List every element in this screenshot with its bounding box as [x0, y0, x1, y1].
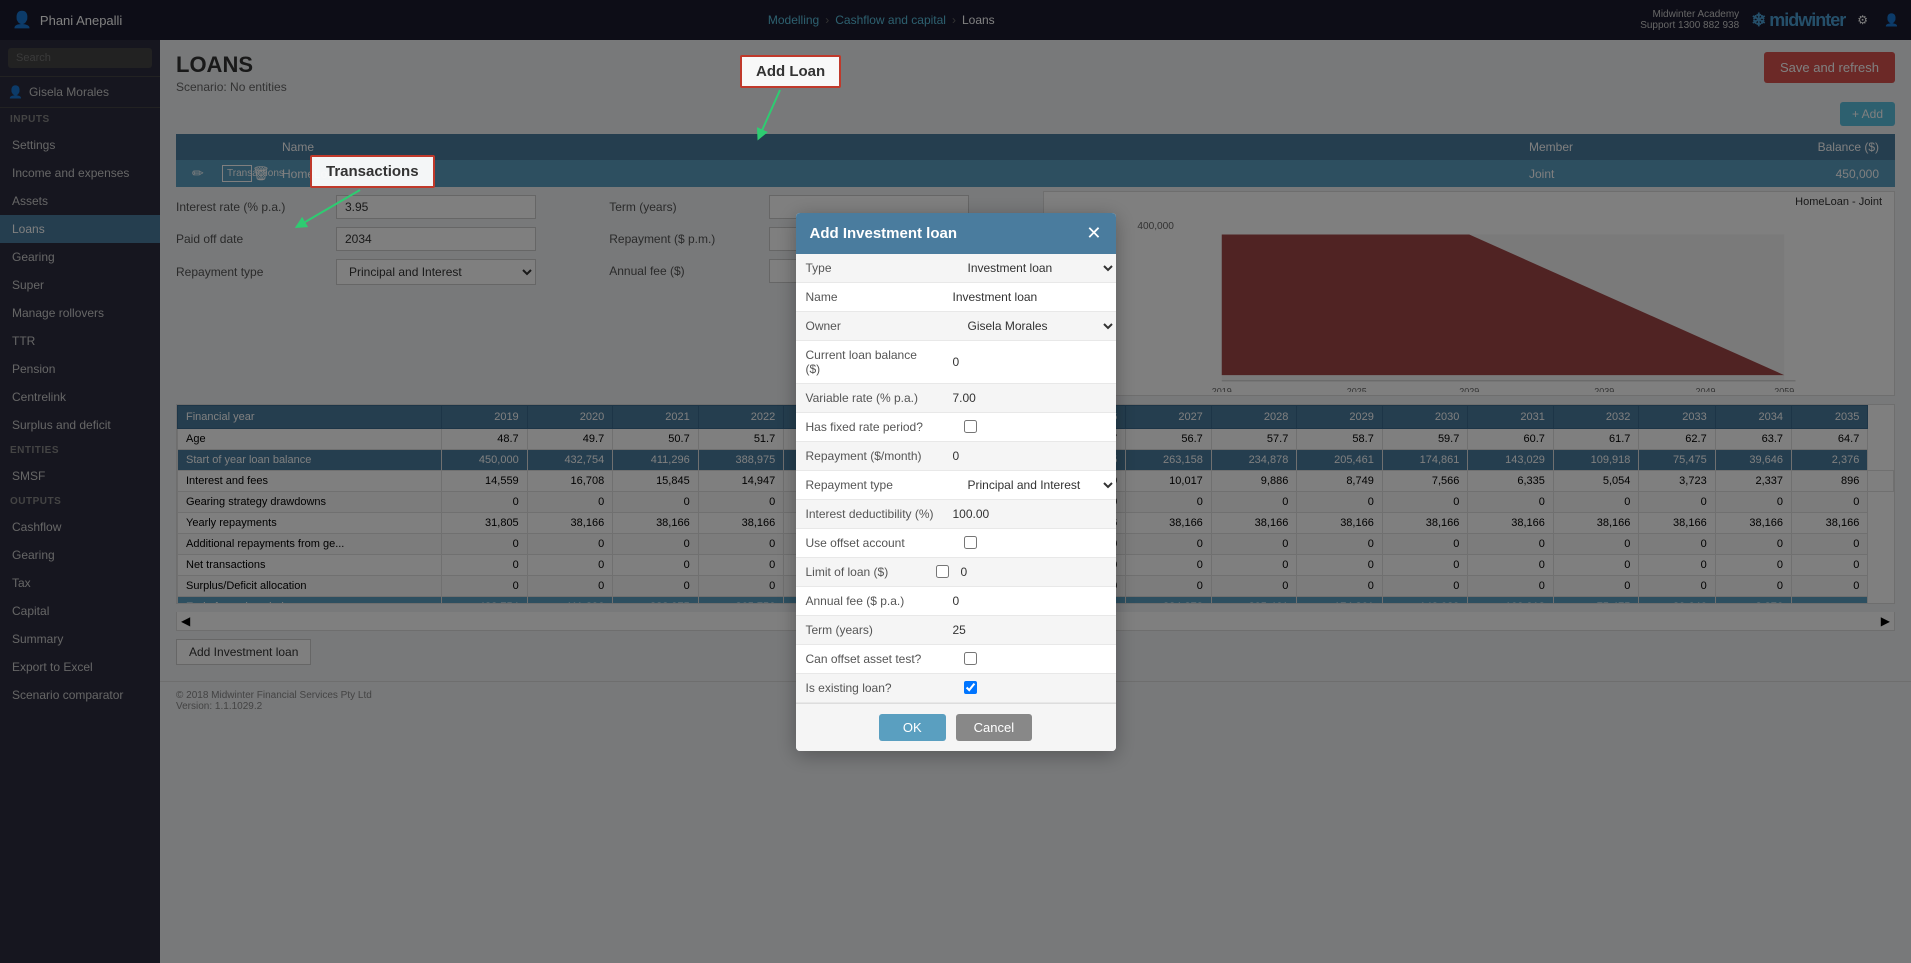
modal-input-11[interactable]: [945, 588, 1116, 614]
modal-close-button[interactable]: ✕: [1086, 223, 1101, 244]
modal-field-row: Annual fee ($ p.a.): [796, 587, 1116, 616]
add-investment-modal: Add Investment loan ✕ TypeInvestment loa…: [796, 213, 1116, 751]
modal-field-row: Current loan balance ($): [796, 341, 1116, 384]
modal-cancel-button[interactable]: Cancel: [956, 714, 1032, 741]
modal-header: Add Investment loan ✕: [796, 213, 1116, 254]
modal-field-label: Limit of loan ($): [796, 558, 936, 586]
modal-field-row: Name: [796, 283, 1116, 312]
modal-overlay: Add Investment loan ✕ TypeInvestment loa…: [0, 0, 1911, 963]
modal-field-label: Repayment type: [796, 471, 956, 499]
modal-field-row: Has fixed rate period?: [796, 413, 1116, 442]
modal-field-row: Is existing loan?: [796, 674, 1116, 703]
modal-input-3[interactable]: [945, 349, 1116, 375]
modal-field-label: Annual fee ($ p.a.): [796, 587, 945, 615]
modal-input-4[interactable]: [945, 385, 1116, 411]
modal-field-label: Interest deductibility (%): [796, 500, 945, 528]
modal-footer: OK Cancel: [796, 703, 1116, 751]
modal-field-row: Repayment ($/month): [796, 442, 1116, 471]
modal-field-row: Can offset asset test?: [796, 645, 1116, 674]
modal-checkbox-5[interactable]: [964, 420, 977, 433]
modal-field-label: Term (years): [796, 616, 945, 644]
modal-field-row: TypeInvestment loanHome loanPersonal loa…: [796, 254, 1116, 283]
modal-field-row: Interest deductibility (%): [796, 500, 1116, 529]
modal-field-label: Type: [796, 254, 956, 282]
modal-body: TypeInvestment loanHome loanPersonal loa…: [796, 254, 1116, 703]
modal-select-7[interactable]: Principal and InterestInterest only: [956, 471, 1116, 499]
modal-input-8[interactable]: [945, 501, 1116, 527]
modal-input-6[interactable]: [945, 443, 1116, 469]
modal-field-label: Can offset asset test?: [796, 645, 956, 673]
modal-limit-checkbox[interactable]: [936, 565, 949, 578]
modal-checkbox-13[interactable]: [964, 652, 977, 665]
modal-field-row: Limit of loan ($): [796, 558, 1116, 587]
modal-field-label: Owner: [796, 312, 956, 340]
modal-ok-button[interactable]: OK: [879, 714, 946, 741]
modal-field-label: Use offset account: [796, 529, 956, 557]
modal-input-10[interactable]: [953, 559, 1116, 585]
modal-field-label: Repayment ($/month): [796, 442, 945, 470]
modal-field-label: Has fixed rate period?: [796, 413, 956, 441]
modal-field-label: Current loan balance ($): [796, 341, 945, 383]
modal-checkbox-14[interactable]: [964, 681, 977, 694]
modal-field-row: OwnerGisela MoralesJoint: [796, 312, 1116, 341]
modal-title: Add Investment loan: [810, 225, 958, 242]
modal-field-row: Variable rate (% p.a.): [796, 384, 1116, 413]
modal-select-2[interactable]: Gisela MoralesJoint: [956, 312, 1116, 340]
modal-input-1[interactable]: [945, 284, 1116, 310]
modal-field-label: Name: [796, 283, 945, 311]
modal-field-label: Variable rate (% p.a.): [796, 384, 945, 412]
modal-field-row: Use offset account: [796, 529, 1116, 558]
modal-field-label: Is existing loan?: [796, 674, 956, 702]
modal-field-row: Term (years): [796, 616, 1116, 645]
modal-field-row: Repayment typePrincipal and InterestInte…: [796, 471, 1116, 500]
modal-checkbox-9[interactable]: [964, 536, 977, 549]
modal-select-0[interactable]: Investment loanHome loanPersonal loan: [956, 254, 1116, 282]
modal-input-12[interactable]: [945, 617, 1116, 643]
